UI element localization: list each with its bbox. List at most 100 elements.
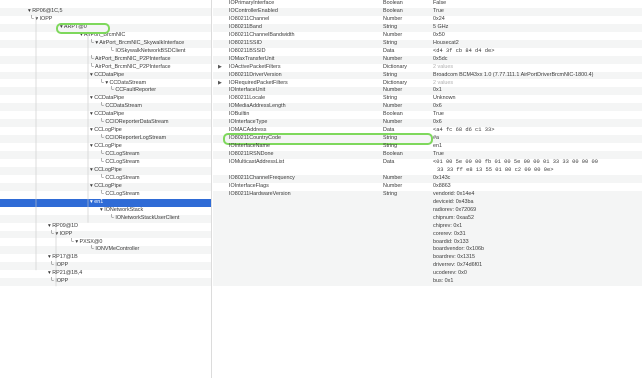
property-value-line: 5 GHz — [433, 23, 449, 30]
property-value-line: 0x50 — [433, 31, 445, 38]
property-value-line: <d4 3f cb 84 d4 de> — [433, 47, 495, 54]
property-row[interactable]: IO80211DriverVersion String Broadcom BCM43… — [213, 71, 642, 80]
property-value-line: boardid: 0x133 — [433, 238, 469, 245]
property-value: <d4 3f cb 84 d4 de> — [433, 48, 642, 56]
property-type: Boolean — [383, 151, 403, 158]
property-value: 0x6 — [433, 103, 642, 111]
property-key: IOBuiltin — [229, 111, 250, 118]
property-row[interactable]: IO80211Channel Number 0x24 — [213, 16, 642, 24]
property-value: False — [433, 0, 642, 8]
property-row[interactable]: IOInterfaceFlags Number 0x8863 — [213, 183, 642, 191]
property-value: Housecat2 — [433, 40, 642, 48]
property-row[interactable]: IO80211Band String 5 GHz — [213, 23, 642, 32]
property-value-line: 0x5dc — [433, 55, 448, 62]
property-value-line: 33 33 ff e8 13 55 01 80 c2 00 00 0e> — [437, 166, 554, 173]
property-value-line: 0x1 — [433, 87, 442, 94]
property-key: IO80211ChannelFrequency — [229, 174, 295, 181]
property-row[interactable]: IOMaxTransferUnit Number 0x5dc — [213, 55, 642, 64]
property-value-line: deviceid: 0x43ba — [433, 198, 474, 205]
property-row[interactable]: IO80211BSSID Data <d4 3f cb 84 d4 de> — [213, 48, 642, 56]
property-type: Number — [383, 103, 403, 110]
property-type: Number — [383, 31, 403, 38]
property-value-line: bus: 0x1 — [433, 278, 454, 285]
property-key: IOInterfaceType — [229, 119, 268, 126]
property-value-line: 0x6 — [433, 103, 442, 110]
property-key: IORequiredPacketFilters — [229, 79, 288, 86]
property-value-line: 0x24 — [433, 15, 445, 22]
property-key: IOPrimaryInterface — [229, 0, 275, 6]
property-value: 2 values — [433, 64, 642, 72]
property-value-line: corerev: 0x31 — [433, 230, 466, 237]
property-type: Dictionary — [383, 79, 407, 86]
property-type: Data — [383, 159, 395, 165]
property-key: IOControllerEnabled — [229, 7, 278, 14]
property-key: IO80211SSID — [229, 39, 262, 46]
property-type: Number — [383, 55, 403, 62]
property-value: <01 00 5e 00 00 fb 01 00 5e 00 00 01 33 … — [433, 159, 642, 175]
property-value-line: 0x8863 — [433, 182, 451, 189]
property-key: IO80211DriverVersion — [229, 71, 282, 78]
property-row[interactable]: IO80211ChannelFrequency Number 0x143c — [213, 174, 642, 183]
property-row[interactable]: IOPrimaryInterface Boolean False — [213, 0, 642, 8]
property-type: String — [383, 39, 398, 46]
property-value: 0x6 — [433, 119, 642, 127]
property-type: Number — [383, 174, 403, 181]
property-row[interactable]: IOInterfaceUnit Number 0x1 — [213, 87, 642, 96]
property-value: 0x1 — [433, 87, 642, 95]
property-row[interactable]: IO80211HardwareVersion String vendorid: 0x… — [213, 190, 642, 287]
property-row[interactable]: IOControllerEnabled Boolean True — [213, 7, 642, 16]
property-value-line: False — [433, 0, 447, 6]
property-row[interactable]: IOBuiltin Boolean True — [213, 111, 642, 119]
property-key: IO80211BSSID — [229, 47, 266, 54]
property-key: IOInterfaceName — [229, 143, 271, 150]
property-value-line: #a — [433, 135, 439, 142]
property-value: 0x143c — [433, 175, 642, 183]
property-row[interactable]: IO80211SSID String Housecat2 — [213, 39, 642, 48]
property-type: Data — [383, 47, 395, 54]
property-key: IO80211Band — [229, 23, 262, 30]
property-value-line: 2 values — [433, 79, 454, 86]
property-key: IO80211ChannelBandwidth — [229, 31, 295, 38]
property-value-line: Unknown — [433, 95, 456, 102]
property-value-line: ucoderev: 0x0 — [433, 270, 467, 277]
property-row[interactable]: ▶ IORequiredPacketFilters Dictionary 2 valu… — [213, 80, 642, 88]
property-type: Boolean — [383, 0, 403, 6]
property-type: Boolean — [383, 111, 403, 118]
property-type: Number — [383, 87, 403, 94]
property-value: True — [433, 8, 642, 16]
property-value-line: 2 values — [433, 63, 454, 70]
property-type: String — [383, 190, 398, 197]
property-value-line: True — [433, 7, 444, 14]
property-value-line: True — [433, 151, 444, 158]
property-value: 2 values — [433, 80, 642, 88]
disclosure-triangle-icon[interactable]: ▶ — [218, 64, 222, 72]
property-value: True — [433, 111, 642, 119]
property-type: Boolean — [383, 7, 403, 14]
arpt-highlight-ring — [56, 22, 110, 34]
property-value: Broadcom BCM43xx 1.0 (7.77.111.1 AirPort… — [433, 72, 642, 80]
property-type: String — [383, 143, 398, 150]
property-type: String — [383, 23, 398, 30]
property-value: 0x50 — [433, 32, 642, 40]
property-row[interactable]: IOMediaAddressLength Number 0x6 — [213, 103, 642, 112]
property-key: IO80211Locale — [229, 95, 266, 102]
property-row[interactable]: ▶ IOActivePacketFilters Dictionary 2 values — [213, 64, 642, 72]
property-value: en1 — [433, 143, 642, 151]
property-value: 0x5dc — [433, 56, 642, 64]
properties-table[interactable]: IOPrimaryInterface Boolean False IOControll… — [213, 0, 642, 378]
disclosure-triangle-icon[interactable]: ▶ — [218, 80, 222, 88]
property-row[interactable]: IOInterfaceType Number 0x6 — [213, 119, 642, 128]
property-type: Number — [383, 15, 403, 22]
property-type: Number — [383, 119, 403, 126]
property-value-line: Broadcom BCM43xx 1.0 (7.77.111.1 AirPort… — [433, 71, 594, 78]
property-key: IO80211HardwareVersion — [229, 190, 291, 197]
property-row[interactable]: IOMulticastAddressList Data <01 00 5e 00 0… — [213, 159, 642, 175]
property-row[interactable]: IO80211RSNDone Boolean True — [213, 151, 642, 159]
property-row[interactable]: IO80211ChannelBandwidth Number 0x50 — [213, 32, 642, 40]
property-row[interactable]: IO80211Locale String Unknown — [213, 95, 642, 103]
device-tree-panel[interactable]: ▾ RP06@1C,5 └ ▾ IOPP ▾ ARPT@0 ▾ AirPort_Brc… — [0, 0, 212, 378]
property-value-line: Housecat2 — [433, 39, 459, 46]
property-value-line: True — [433, 111, 444, 118]
property-row[interactable]: IOInterfaceName String en1 — [213, 143, 642, 151]
property-key: IO80211Channel — [229, 15, 270, 22]
